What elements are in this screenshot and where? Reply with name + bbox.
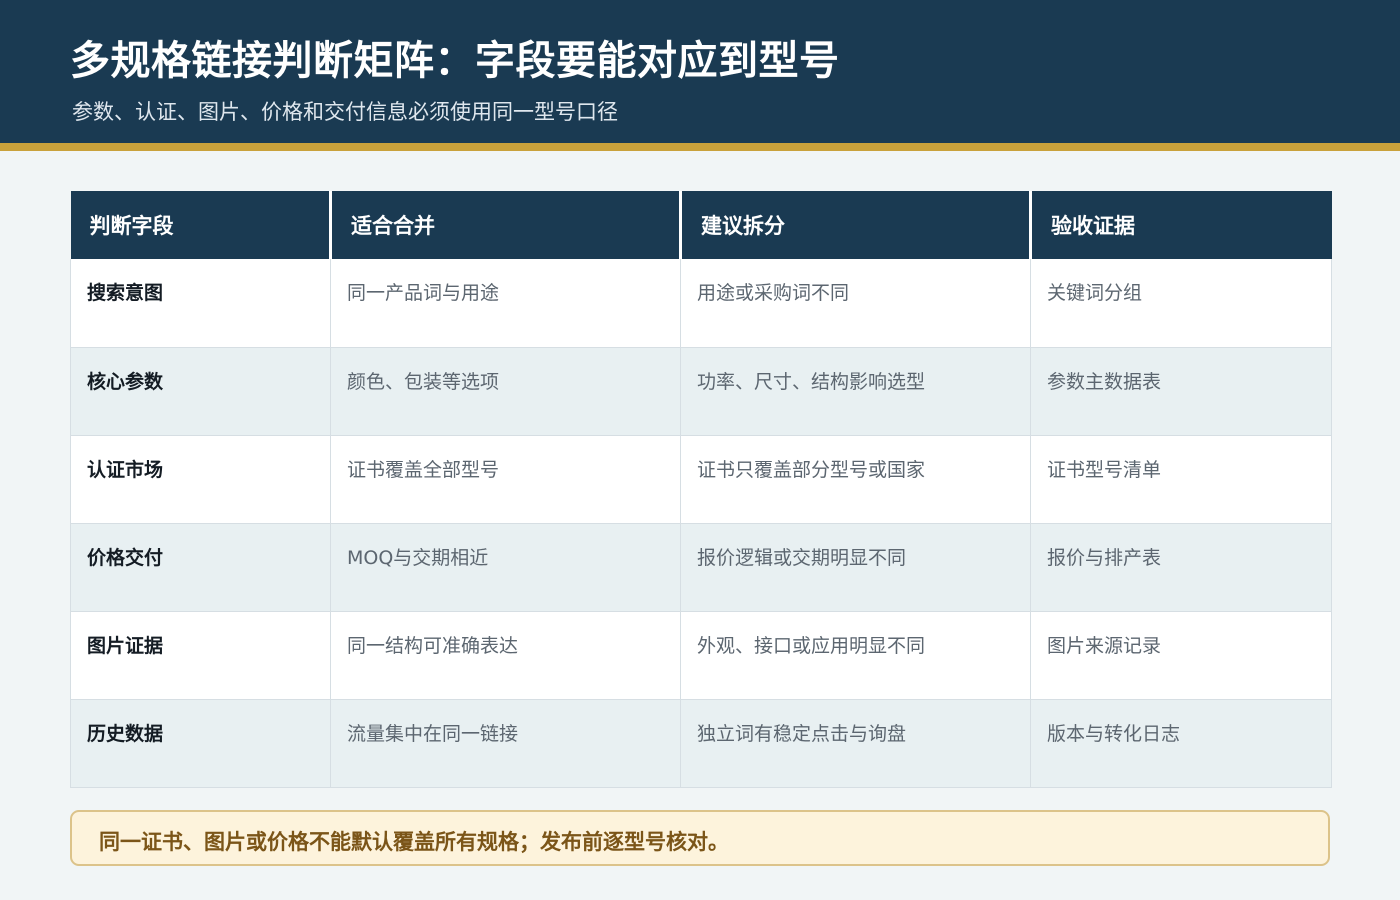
split-cell: 外观、接口或应用明显不同 <box>680 611 1031 700</box>
table-row: 图片证据 同一结构可准确表达 外观、接口或应用明显不同 图片来源记录 <box>70 611 1332 700</box>
evidence-cell: 版本与转化日志 <box>1030 699 1332 788</box>
split-cell: 报价逻辑或交期明显不同 <box>680 523 1031 612</box>
row-field-cell: 认证市场 <box>70 435 331 524</box>
page-subtitle: 参数、认证、图片、价格和交付信息必须使用同一型号口径 <box>72 100 618 124</box>
merge-cell: 流量集中在同一链接 <box>330 699 681 788</box>
table-row: 搜索意图 同一产品词与用途 用途或采购词不同 关键词分组 <box>70 259 1332 348</box>
header-accent-bar <box>0 143 1400 151</box>
table-row: 核心参数 颜色、包装等选项 功率、尺寸、结构影响选型 参数主数据表 <box>70 347 1332 436</box>
merge-cell: 同一产品词与用途 <box>330 259 681 348</box>
merge-cell: 颜色、包装等选项 <box>330 347 681 436</box>
decision-matrix-table: 判断字段 适合合并 建议拆分 验收证据 搜索意图 同一产品词与用途 用途或采购词… <box>70 191 1332 788</box>
table-row: 历史数据 流量集中在同一链接 独立词有稳定点击与询盘 版本与转化日志 <box>70 699 1332 788</box>
column-header-evidence: 验收证据 <box>1030 191 1332 259</box>
split-cell: 功率、尺寸、结构影响选型 <box>680 347 1031 436</box>
row-field-cell: 图片证据 <box>70 611 331 700</box>
merge-cell: 同一结构可准确表达 <box>330 611 681 700</box>
column-header-merge: 适合合并 <box>330 191 682 259</box>
table-row: 价格交付 MOQ与交期相近 报价逻辑或交期明显不同 报价与排产表 <box>70 523 1332 612</box>
evidence-cell: 关键词分组 <box>1030 259 1332 348</box>
evidence-cell: 证书型号清单 <box>1030 435 1332 524</box>
row-field-cell: 历史数据 <box>70 699 331 788</box>
page-header: 多规格链接判断矩阵：字段要能对应到型号 参数、认证、图片、价格和交付信息必须使用… <box>0 0 1400 143</box>
split-cell: 独立词有稳定点击与询盘 <box>680 699 1031 788</box>
table-header-row: 判断字段 适合合并 建议拆分 验收证据 <box>70 191 1332 259</box>
merge-cell: MOQ与交期相近 <box>330 523 681 612</box>
warning-note: 同一证书、图片或价格不能默认覆盖所有规格；发布前逐型号核对。 <box>70 810 1330 866</box>
split-cell: 用途或采购词不同 <box>680 259 1031 348</box>
row-field-cell: 核心参数 <box>70 347 331 436</box>
merge-cell: 证书覆盖全部型号 <box>330 435 681 524</box>
row-field-cell: 搜索意图 <box>70 259 331 348</box>
split-cell: 证书只覆盖部分型号或国家 <box>680 435 1031 524</box>
column-header-split: 建议拆分 <box>680 191 1032 259</box>
row-field-cell: 价格交付 <box>70 523 331 612</box>
page-title: 多规格链接判断矩阵：字段要能对应到型号 <box>70 38 840 84</box>
evidence-cell: 报价与排产表 <box>1030 523 1332 612</box>
evidence-cell: 参数主数据表 <box>1030 347 1332 436</box>
table-row: 认证市场 证书覆盖全部型号 证书只覆盖部分型号或国家 证书型号清单 <box>70 435 1332 524</box>
evidence-cell: 图片来源记录 <box>1030 611 1332 700</box>
column-header-field: 判断字段 <box>70 191 332 259</box>
